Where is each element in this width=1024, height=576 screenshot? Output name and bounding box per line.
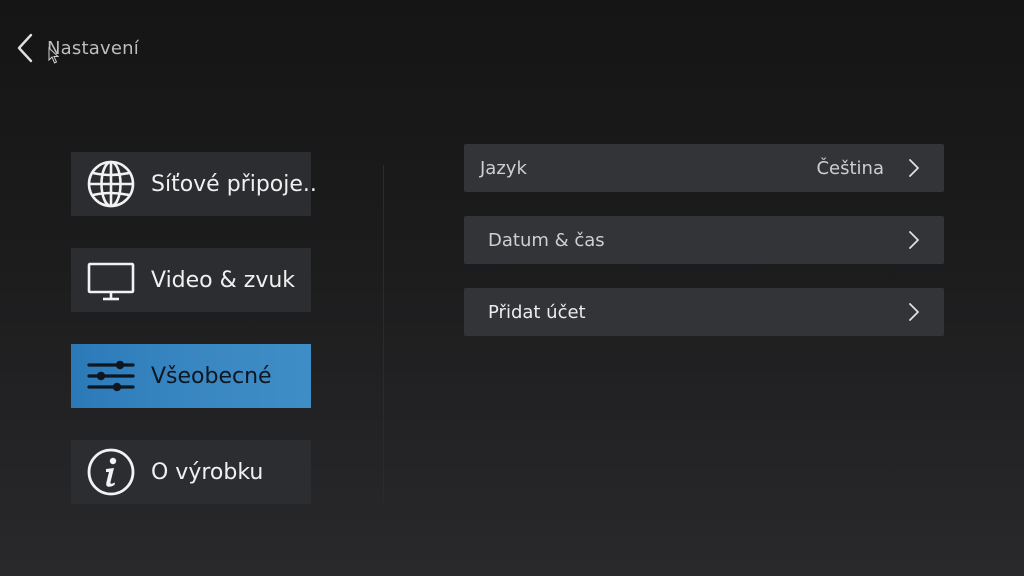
globe-icon — [86, 159, 136, 209]
sidebar-item-label: Všeobecné — [151, 363, 272, 389]
info-icon — [86, 447, 136, 497]
sidebar-item-general[interactable]: Všeobecné — [71, 344, 311, 408]
option-add-account[interactable]: Přidat účet — [464, 288, 944, 336]
sidebar-item-label: Video & zvuk — [151, 267, 296, 293]
chevron-right-icon — [904, 300, 924, 324]
option-value: Čeština — [816, 157, 884, 179]
chevron-left-icon — [17, 33, 33, 63]
option-language[interactable]: Jazyk Čeština — [464, 144, 944, 192]
sidebar-item-network[interactable]: Síťové připoje.. — [71, 152, 317, 216]
sidebar-item-label: Síťové připoje.. — [151, 171, 317, 197]
option-date-time[interactable]: Datum & čas — [464, 216, 944, 264]
back-button[interactable] — [12, 30, 38, 66]
sidebar-item-label: O výrobku — [151, 459, 264, 485]
chevron-right-icon — [904, 156, 924, 180]
sliders-icon — [86, 351, 136, 401]
sidebar-item-about[interactable]: O výrobku — [71, 440, 311, 504]
sidebar-item-video-audio[interactable]: Video & zvuk — [71, 248, 311, 312]
column-divider — [383, 165, 384, 503]
option-label: Datum & čas — [488, 229, 605, 251]
page-title: Nastavení — [47, 37, 139, 59]
top-bar: Nastavení — [12, 30, 139, 66]
chevron-right-icon — [904, 228, 924, 252]
option-label: Jazyk — [480, 157, 527, 179]
option-label: Přidat účet — [488, 301, 586, 323]
monitor-icon — [86, 255, 136, 305]
mouse-cursor-icon — [48, 47, 60, 64]
